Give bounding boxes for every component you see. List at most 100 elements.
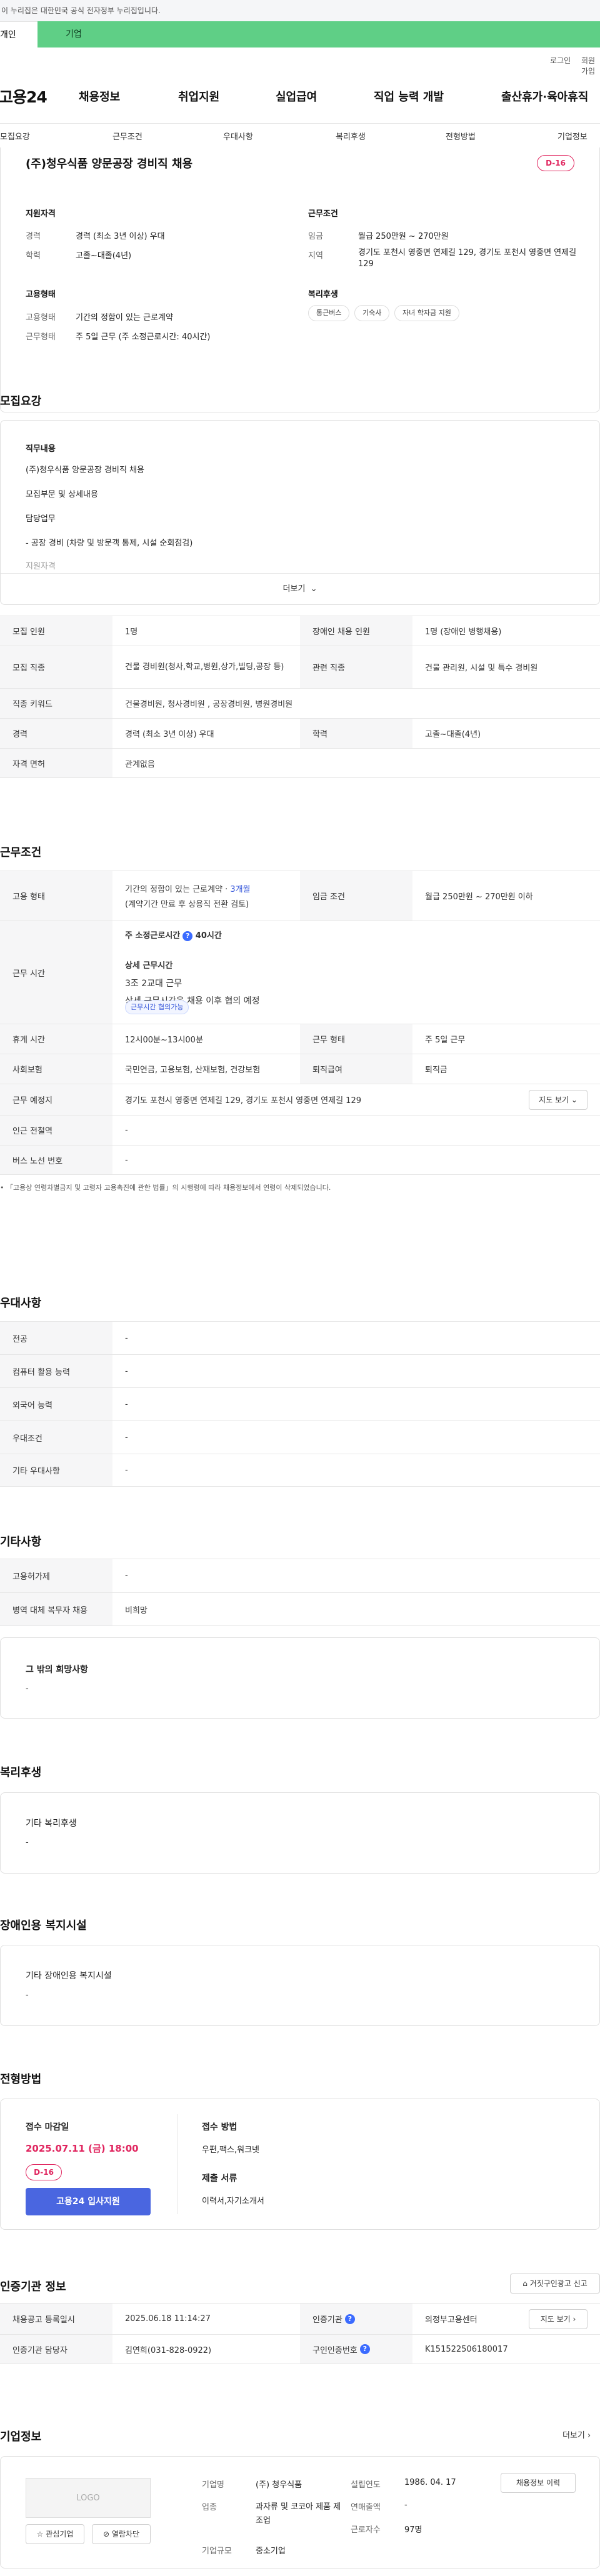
hours-detail-2: 상세 근무시간은 채용 이후 협의 예정 — [125, 996, 260, 1006]
gnb-item-leave[interactable]: 출산휴가·육아휴직 — [501, 88, 588, 104]
sales-label: 연매출액 — [351, 2503, 381, 2512]
subnav-company[interactable]: 기업정보 — [558, 130, 588, 142]
table-row: 인증기관 담당자 김연희(031-828-0922) 구인인증번호? K1515… — [0, 2334, 600, 2364]
hours-detail-1: 3조 2교대 근무 — [125, 979, 182, 989]
etc-heading: 기타사항 — [0, 1535, 42, 1549]
row-label: 인증기관? — [300, 2304, 412, 2334]
info-icon[interactable]: ? — [359, 2344, 370, 2354]
map-view-button[interactable]: 지도 보기 ⌄ — [529, 1090, 588, 1110]
divider — [177, 2114, 178, 2214]
row-label-text: 인증기관 — [312, 2315, 342, 2325]
row-label: 퇴직급여 — [300, 1054, 412, 1084]
subnav-welfare[interactable]: 복리후생 — [336, 130, 366, 142]
founded-value: 1986. 04. 17 — [404, 2478, 456, 2487]
cond-wage-label: 임금 — [308, 232, 323, 241]
favorite-company-button[interactable]: ☆ 관심기업 — [26, 2524, 84, 2544]
employment-heading: 고용형태 — [26, 290, 56, 299]
desc-line: (주)청우식품 양문공장 경비직 채용 — [26, 466, 144, 475]
row-value: 의정부고용센터 — [425, 2315, 478, 2325]
gov-notice-bar: 이 누리집은 대한민국 공식 전자정부 누리집입니다. — [0, 0, 600, 21]
block-label: 열람차단 — [111, 2530, 140, 2539]
util-menu: 로그인 회원가입 — [0, 47, 600, 76]
map-view-label: 지도 보기 — [540, 2315, 571, 2324]
emp-period: 3개월 — [230, 885, 251, 894]
global-nav: 고용24 채용정보 취업지원 실업급여 직업 능력 개발 출산휴가·육아휴직 — [0, 71, 600, 124]
subnav-conditions[interactable]: 근무조건 — [112, 130, 142, 142]
gnb-item-training[interactable]: 직업 능력 개발 — [374, 88, 444, 104]
table-row: 모집 인원 1명 장애인 채용 인원 1명 (장애인 병행채용) — [0, 616, 600, 646]
row-value: 건물경비원, 청사경비원 , 공장경비원, 병원경비원 — [125, 700, 293, 709]
company-box: LOGO ☆ 관심기업 ⊘ 열람차단 기업명 (주) 청우식품 업종 과자류 및… — [0, 2456, 600, 2569]
login-link[interactable]: 로그인 — [550, 55, 571, 66]
company-more-link[interactable]: 더보기 › — [562, 2429, 591, 2440]
subnav-recruit[interactable]: 모집요강 — [0, 130, 30, 142]
row-value: 고졸~대졸(4년) — [425, 730, 481, 739]
row-label: 고용허가제 — [0, 1559, 112, 1592]
tab-personal[interactable]: 개인 — [0, 21, 38, 47]
report-label: 거짓구인광고 신고 — [529, 2279, 588, 2288]
row-value: 국민연금, 고용보험, 산재보험, 건강보험 — [125, 1066, 261, 1075]
subnav-process[interactable]: 전형방법 — [446, 130, 476, 142]
industry-value: 과자류 및 코코아 제품 제조업 — [256, 2502, 341, 2525]
row-label: 자격 면허 — [0, 749, 112, 777]
company-heading: 기업정보 — [0, 2430, 42, 2444]
gnb-item-jobs[interactable]: 채용정보 — [79, 88, 120, 104]
row-value: - — [125, 1155, 128, 1165]
gnb-item-support[interactable]: 취업지원 — [178, 88, 219, 104]
founded-label: 설립연도 — [351, 2480, 381, 2490]
emp-form-value: 주 5일 근무 (주 소정근로시간: 40시간) — [76, 332, 211, 342]
row-value: 2025.06.18 11:14:27 — [125, 2314, 211, 2324]
apply-button[interactable]: 고용24 입사지원 — [26, 2188, 151, 2215]
row-value: - — [125, 1571, 128, 1580]
docs-label: 제출 서류 — [202, 2174, 238, 2184]
hiring-history-button[interactable]: 채용정보 이력 — [501, 2473, 576, 2493]
size-value: 중소기업 — [256, 2547, 286, 2556]
qualification-heading: 지원자격 — [26, 209, 56, 219]
row-value: 관계없음 — [125, 759, 155, 769]
gnb-item-benefit[interactable]: 실업급여 — [276, 88, 317, 104]
cert-heading: 인증기관 정보 — [0, 2280, 66, 2294]
qual-edu-value: 고졸~대졸(4년) — [76, 251, 132, 261]
job-summary-card: (주)청우식품 양문공장 경비직 채용 D-16 지원자격 경력 경력 (최소 … — [0, 147, 600, 412]
table-row: 외국어 능력 - — [0, 1387, 600, 1420]
welfare-value: - — [26, 1838, 29, 1847]
welfare-heading: 복리후생 — [308, 290, 338, 299]
work-heading: 근무조건 — [0, 846, 42, 859]
block-icon: ⊘ — [102, 2530, 110, 2539]
report-fake-ad-button[interactable]: ⌂ 거짓구인광고 신고 — [510, 2274, 600, 2294]
more-button[interactable]: 더보기 ⌄ — [1, 573, 599, 604]
subnav-prefer[interactable]: 우대사항 — [223, 130, 253, 142]
tab-corporate[interactable]: 기업 — [38, 21, 600, 47]
cond-region-label: 지역 — [308, 251, 323, 261]
disabled-heading: 장애인용 복지시설 — [0, 1919, 87, 1932]
more-label: 더보기 — [282, 584, 306, 594]
info-icon[interactable]: ? — [344, 2314, 355, 2324]
block-view-button[interactable]: ⊘ 열람차단 — [92, 2524, 151, 2544]
row-label: 학력 — [300, 719, 412, 748]
row-label: 경력 — [0, 719, 112, 748]
row-value: - — [125, 1366, 128, 1376]
welfare-box: 기타 복리후생 - — [0, 1792, 600, 1874]
row-label: 사회보험 — [0, 1054, 112, 1084]
table-row: 경력 경력 (최소 3년 이상) 우대 학력 고졸~대졸(4년) — [0, 718, 600, 748]
star-icon: ☆ — [36, 2530, 44, 2539]
favorite-label: 관심기업 — [46, 2530, 74, 2539]
hours-detail-title: 상세 근무시간 — [125, 961, 173, 971]
table-row: 고용 형태 기간의 정함이 있는 근로계약 · 3개월 (계약기간 만료 후 상… — [0, 871, 600, 921]
hours-total-value: 40시간 — [195, 931, 222, 941]
row-value: 비희망 — [125, 1605, 148, 1615]
location-value: 경기도 포천시 영중면 연제길 129, 경기도 포천시 영중면 연제길 129 — [125, 1096, 361, 1106]
row-label: 근무 시간 — [0, 921, 112, 1024]
site-logo[interactable]: 고용24 — [0, 85, 48, 107]
cert-map-button[interactable]: 지도 보기 › — [529, 2309, 588, 2329]
emp-note: (계약기간 만료 후 상용직 전환 검토) — [125, 900, 249, 909]
table-row: 자격 면허 관계없음 — [0, 748, 600, 778]
desc-title: 직무내용 — [26, 444, 56, 454]
row-label: 기타 우대사항 — [0, 1454, 112, 1486]
row-label: 관련 직종 — [300, 646, 412, 688]
docs-value: 이력서,자기소개서 — [202, 2197, 264, 2206]
row-value: 1명 — [125, 627, 138, 637]
chevron-down-icon: ⌄ — [571, 1096, 578, 1104]
job-description-box: 직무내용 (주)청우식품 양문공장 경비직 채용 모집부문 및 상세내용 담당업… — [0, 420, 600, 605]
disabled-value: - — [26, 1990, 29, 2000]
